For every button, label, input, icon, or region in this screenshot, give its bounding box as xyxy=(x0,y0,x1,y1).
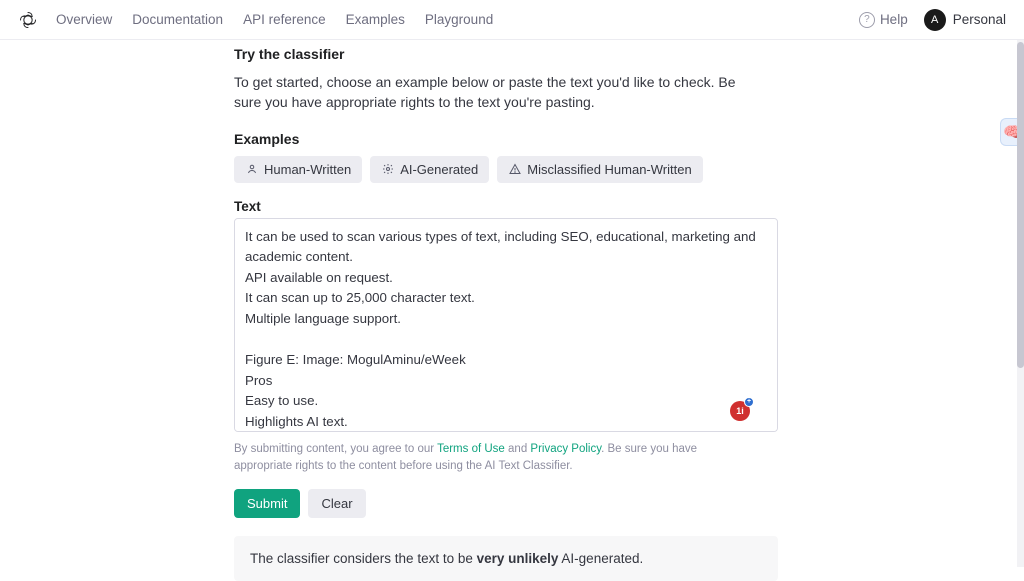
clear-button[interactable]: Clear xyxy=(308,489,365,518)
page-scrollbar-thumb[interactable] xyxy=(1017,42,1024,368)
chip-ai-generated[interactable]: AI-Generated xyxy=(370,156,489,183)
section-subtitle: To get started, choose an example below … xyxy=(234,72,750,113)
badge-text: 1i xyxy=(736,406,744,416)
account-menu[interactable]: A Personal xyxy=(924,9,1006,31)
help-icon: ? xyxy=(859,12,875,28)
chip-label: Misclassified Human-Written xyxy=(527,162,691,177)
section-title: Try the classifier xyxy=(234,46,750,62)
result-verdict: very unlikely xyxy=(477,551,559,566)
plus-icon: + xyxy=(744,397,754,407)
help-label: Help xyxy=(880,12,908,27)
warning-icon xyxy=(508,163,521,176)
avatar: A xyxy=(924,9,946,31)
examples-heading: Examples xyxy=(234,131,750,147)
disclaimer-text: By submitting content, you agree to our … xyxy=(234,441,750,476)
chip-label: AI-Generated xyxy=(400,162,478,177)
openai-logo[interactable] xyxy=(18,10,38,30)
account-label: Personal xyxy=(953,12,1006,27)
chip-human-written[interactable]: Human-Written xyxy=(234,156,362,183)
terms-link[interactable]: Terms of Use xyxy=(437,443,505,455)
result-panel: The classifier considers the text to be … xyxy=(234,536,778,581)
chip-misclassified[interactable]: Misclassified Human-Written xyxy=(497,156,702,183)
nav-playground[interactable]: Playground xyxy=(425,12,493,27)
privacy-link[interactable]: Privacy Policy xyxy=(530,443,601,455)
nav-overview[interactable]: Overview xyxy=(56,12,112,27)
person-icon xyxy=(245,163,258,176)
chip-label: Human-Written xyxy=(264,162,351,177)
text-heading: Text xyxy=(234,199,750,214)
submit-button[interactable]: Submit xyxy=(234,489,300,518)
nav-api-reference[interactable]: API reference xyxy=(243,12,326,27)
nav-examples[interactable]: Examples xyxy=(346,12,405,27)
nav-documentation[interactable]: Documentation xyxy=(132,12,223,27)
classifier-textarea[interactable] xyxy=(234,218,778,432)
help-link[interactable]: ? Help xyxy=(859,12,908,28)
extension-badge[interactable]: 1i + xyxy=(730,401,750,421)
gear-icon xyxy=(381,163,394,176)
